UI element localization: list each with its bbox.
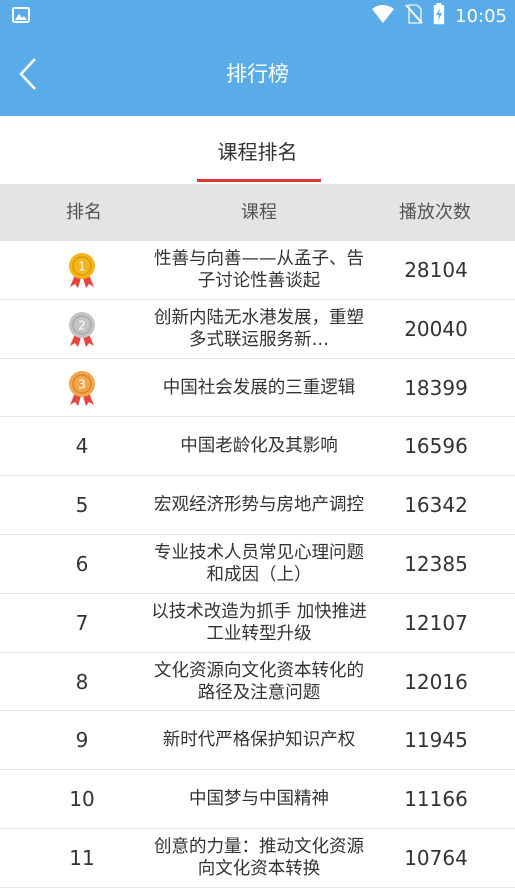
table-header: 排名 课程 播放次数 [0, 184, 515, 241]
table-row[interactable]: 5 宏观经济形势与房地产调控 16342 [0, 476, 515, 535]
course-title: 创新内陆无水港发展，重塑多式联运服务新… [148, 300, 370, 358]
page-title: 排行榜 [226, 62, 289, 86]
course-title-text: 文化资源向文化资本转化的路径及注意问题 [154, 660, 364, 703]
course-title: 创意的力量：推动文化资源向文化资本转换 [148, 829, 370, 887]
bronze-medal-icon: 3 [32, 359, 132, 417]
rank-number: 8 [75, 669, 89, 694]
ranking-list: 1 性善与向善——从孟子、告子讨论性善谈起 28104 2 创新内陆无水港发展，重塑多式… [0, 241, 515, 888]
gold-medal-icon: 1 [32, 241, 132, 299]
table-row[interactable]: 7 以技术改造为抓手 加快推进工业转型升级 12107 [0, 594, 515, 653]
battery-charging-icon [433, 3, 445, 29]
rank-number: 10 [69, 787, 95, 812]
medal-number: 1 [78, 260, 86, 274]
column-header-course: 课程 [241, 202, 277, 223]
play-count: 28104 [404, 258, 468, 282]
medal-number: 3 [78, 377, 86, 391]
rank-number: 7 [75, 610, 89, 635]
play-count: 16342 [404, 493, 468, 518]
tab-course-ranking[interactable]: 课程排名 [0, 116, 515, 184]
status-time: 10:05 [455, 5, 507, 27]
course-title: 宏观经济形势与房地产调控 [148, 476, 370, 534]
play-count: 10764 [404, 845, 468, 870]
tab-active-indicator [197, 179, 321, 182]
tab-bar: 课程排名 [0, 116, 515, 184]
tab-label: 课程排名 [217, 140, 298, 164]
course-title-text: 中国梦与中国精神 [189, 789, 329, 810]
image-icon [12, 7, 30, 23]
course-title: 以技术改造为抓手 加快推进工业转型升级 [148, 594, 370, 652]
silver-medal-icon: 2 [32, 300, 132, 358]
play-count: 12385 [404, 551, 468, 576]
table-row[interactable]: 6 专业技术人员常见心理问题和成因（上） 12385 [0, 535, 515, 594]
status-bar: 10:05 [0, 0, 515, 32]
table-row[interactable]: 3 中国社会发展的三重逻辑 18399 [0, 359, 515, 418]
course-title-text: 性善与向善——从孟子、告子讨论性善谈起 [154, 249, 364, 291]
app-bar: 排行榜 [0, 32, 515, 116]
play-count: 16596 [404, 434, 468, 459]
course-title-text: 以技术改造为抓手 加快推进工业转型升级 [151, 601, 367, 644]
play-count: 11945 [404, 728, 468, 753]
course-title-text: 中国老龄化及其影响 [180, 436, 338, 457]
medal-number: 2 [78, 318, 86, 332]
rank-number: 11 [69, 845, 95, 870]
course-title: 性善与向善——从孟子、告子讨论性善谈起 [148, 241, 370, 299]
play-count: 12107 [404, 610, 468, 635]
course-title-text: 新时代严格保护知识产权 [162, 730, 356, 751]
table-row[interactable]: 2 创新内陆无水港发展，重塑多式联运服务新… 20040 [0, 300, 515, 359]
table-row[interactable]: 10 中国梦与中国精神 11166 [0, 770, 515, 829]
play-count: 18399 [404, 375, 468, 400]
course-title: 新时代严格保护知识产权 [148, 711, 370, 769]
rank-number: 4 [75, 434, 89, 459]
course-title-text: 专业技术人员常见心理问题和成因（上） [154, 542, 364, 585]
wifi-icon [371, 4, 395, 28]
play-count: 11166 [404, 787, 468, 812]
course-title-text: 创新内陆无水港发展，重塑多式联运服务新… [154, 307, 364, 350]
table-row[interactable]: 8 文化资源向文化资本转化的路径及注意问题 12016 [0, 653, 515, 712]
table-row[interactable]: 11 创意的力量：推动文化资源向文化资本转换 10764 [0, 829, 515, 888]
rank-number: 5 [75, 493, 89, 518]
play-count: 12016 [404, 669, 468, 694]
course-title: 文化资源向文化资本转化的路径及注意问题 [148, 653, 370, 711]
course-title-text: 中国社会发展的三重逻辑 [162, 377, 356, 398]
course-title: 专业技术人员常见心理问题和成因（上） [148, 535, 370, 593]
course-title: 中国梦与中国精神 [148, 770, 370, 828]
rank-number: 6 [75, 551, 89, 576]
rank-number: 9 [75, 728, 89, 753]
column-header-plays: 播放次数 [399, 202, 471, 223]
course-title-text: 宏观经济形势与房地产调控 [154, 495, 364, 516]
course-title: 中国老龄化及其影响 [148, 417, 370, 475]
table-row[interactable]: 9 新时代严格保护知识产权 11945 [0, 711, 515, 771]
table-row[interactable]: 4 中国老龄化及其影响 16596 [0, 417, 515, 477]
course-title-text: 创意的力量：推动文化资源向文化资本转换 [154, 836, 364, 879]
column-header-rank: 排名 [66, 202, 102, 223]
play-count: 20040 [404, 316, 468, 341]
no-sim-icon [405, 4, 423, 28]
course-title: 中国社会发展的三重逻辑 [148, 359, 370, 417]
table-row[interactable]: 1 性善与向善——从孟子、告子讨论性善谈起 28104 [0, 241, 515, 300]
